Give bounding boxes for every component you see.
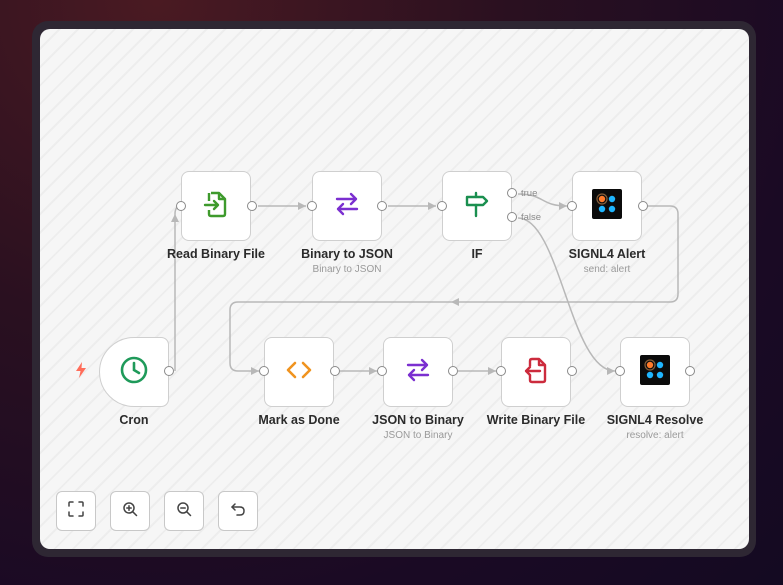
- arrowhead: [559, 202, 567, 210]
- signpost-icon: [462, 189, 492, 224]
- node-signl4-resolve[interactable]: [620, 337, 690, 407]
- clock-icon: [119, 355, 149, 390]
- mark-as-done-input-port[interactable]: [259, 366, 269, 376]
- file-export-icon: [521, 355, 551, 390]
- arrowhead: [298, 202, 306, 210]
- node-cron[interactable]: [99, 337, 169, 407]
- if-true-label: true: [521, 188, 538, 199]
- arrowhead: [251, 367, 259, 375]
- workflow-canvas[interactable]: Cron Read Binary File Binary to JSON Bin…: [40, 29, 749, 549]
- read-binary-input-port[interactable]: [176, 201, 186, 211]
- json-to-binary-output-port[interactable]: [448, 366, 458, 376]
- if-false-label: false: [521, 212, 542, 223]
- fullscreen-icon: [68, 500, 84, 522]
- file-import-icon: [201, 189, 231, 224]
- arrowhead: [607, 367, 615, 375]
- signl4-resolve-output-port[interactable]: [685, 366, 695, 376]
- json-to-binary-input-port[interactable]: [377, 366, 387, 376]
- arrowhead: [171, 214, 179, 222]
- if-false-output-port[interactable]: [507, 212, 517, 222]
- undo-icon: [230, 501, 246, 522]
- signl4-alert-input-port[interactable]: [567, 201, 577, 211]
- arrowhead: [488, 367, 496, 375]
- node-signl4-resolve-label: SIGNL4 Resolve: [606, 413, 704, 427]
- node-json-to-binary[interactable]: [383, 337, 453, 407]
- node-mark-as-done[interactable]: [264, 337, 334, 407]
- signl4-logo-icon: [592, 188, 622, 224]
- node-signl4-alert-subtitle: send: alert: [583, 264, 631, 275]
- zoom-in-icon: [122, 501, 138, 522]
- read-binary-output-port[interactable]: [247, 201, 257, 211]
- zoom-in-button[interactable]: [110, 491, 150, 531]
- binary-to-json-input-port[interactable]: [307, 201, 317, 211]
- node-binary-to-json-subtitle: Binary to JSON: [312, 264, 382, 275]
- zoom-out-button[interactable]: [164, 491, 204, 531]
- write-binary-output-port[interactable]: [567, 366, 577, 376]
- node-if[interactable]: [442, 171, 512, 241]
- arrows-exchange-icon: [333, 190, 361, 223]
- signl4-alert-output-port[interactable]: [638, 201, 648, 211]
- if-input-port[interactable]: [437, 201, 447, 211]
- node-signl4-alert-label: SIGNL4 Alert: [568, 247, 646, 261]
- binary-to-json-output-port[interactable]: [377, 201, 387, 211]
- if-true-output-port[interactable]: [507, 188, 517, 198]
- node-write-binary-file[interactable]: [501, 337, 571, 407]
- node-json-to-binary-subtitle: JSON to Binary: [383, 430, 453, 441]
- mark-as-done-output-port[interactable]: [330, 366, 340, 376]
- node-read-binary-file[interactable]: [181, 171, 251, 241]
- node-signl4-resolve-subtitle: resolve: alert: [626, 430, 684, 441]
- connections-layer: [171, 193, 679, 375]
- fit-view-button[interactable]: [56, 491, 96, 531]
- arrowhead: [428, 202, 436, 210]
- signl4-logo-icon: [640, 354, 670, 390]
- trigger-bolt-icon: [75, 362, 87, 383]
- node-signl4-alert[interactable]: [572, 171, 642, 241]
- arrowhead: [369, 367, 377, 375]
- signl4-resolve-input-port[interactable]: [615, 366, 625, 376]
- arrowhead: [451, 298, 459, 306]
- code-brackets-icon: [284, 355, 314, 390]
- write-binary-input-port[interactable]: [496, 366, 506, 376]
- cron-output-port[interactable]: [164, 366, 174, 376]
- node-cron-label: Cron: [119, 413, 149, 427]
- reset-zoom-button[interactable]: [218, 491, 258, 531]
- zoom-out-icon: [176, 501, 192, 522]
- node-binary-to-json[interactable]: [312, 171, 382, 241]
- arrows-exchange-icon: [404, 356, 432, 389]
